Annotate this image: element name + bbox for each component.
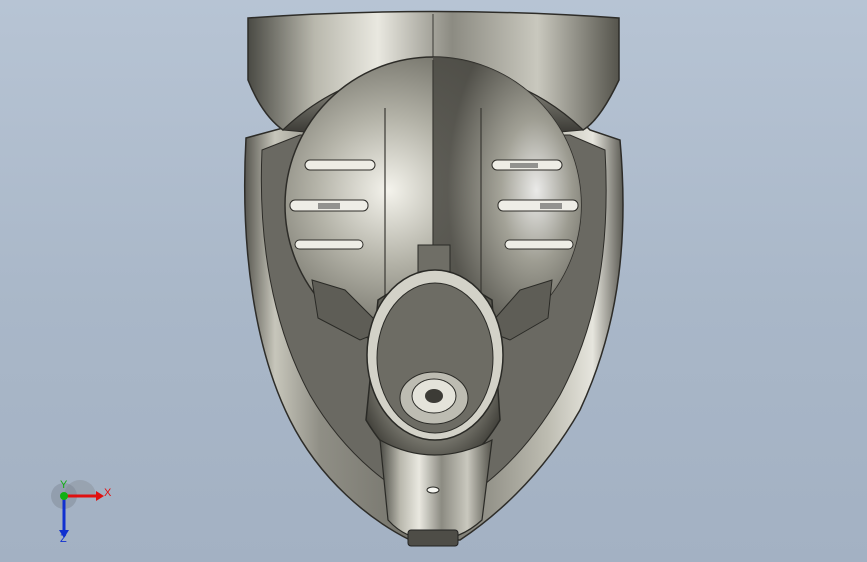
x-axis-label: X (104, 487, 112, 499)
coordinate-triad[interactable]: X Y Z (48, 480, 118, 546)
y-axis-label: Y (60, 479, 68, 491)
graphics-viewport[interactable]: X Y Z (0, 0, 867, 562)
z-axis-label: Z (60, 533, 67, 545)
3d-model-view[interactable] (0, 0, 867, 562)
y-axis-icon (60, 492, 68, 500)
